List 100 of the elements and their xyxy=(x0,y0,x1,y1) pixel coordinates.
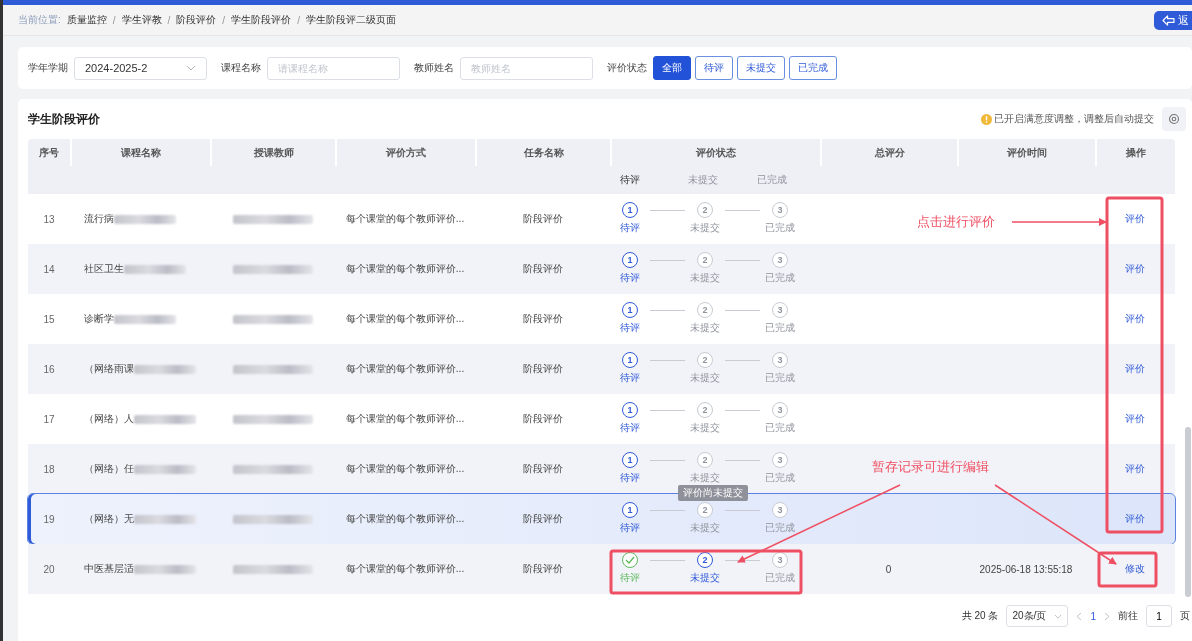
table-cell-text: 每个课堂的每个教师评价... xyxy=(344,212,466,226)
table-cell-text: 16 xyxy=(42,362,56,377)
table-cell-text: 阶段评价 xyxy=(521,412,564,426)
filter-label: 学年学期 xyxy=(28,61,68,75)
action-link[interactable]: 评价 xyxy=(1125,312,1145,326)
table-cell-text: 阶段评价 xyxy=(521,462,564,476)
table-cell-text: 每个课堂的每个教师评价... xyxy=(344,312,466,326)
table-cell-text: 20 xyxy=(42,562,56,577)
step-circle: 2 xyxy=(697,452,713,468)
term-select[interactable]: 2024-2025-2 xyxy=(74,56,207,80)
page-suffix: 页 xyxy=(1180,609,1190,623)
action-link[interactable]: 评价 xyxy=(1125,362,1145,376)
previous-page-icon[interactable] xyxy=(1076,611,1083,621)
step-circle: 3 xyxy=(772,502,788,518)
breadcrumb-link[interactable]: 阶段评价 xyxy=(176,13,217,27)
table-row[interactable]: 14 社区卫生 每个课堂的每个教师评价... 阶段评价 1 待评 2 未提交 3 已完成 评价 xyxy=(28,244,1175,294)
back-arrow-icon xyxy=(1162,14,1175,26)
action-link[interactable]: 评价 xyxy=(1125,262,1145,276)
course-name: （网络）人 xyxy=(84,412,134,426)
action-link[interactable]: 修改 xyxy=(1125,562,1145,576)
goto-page-field[interactable]: 1 xyxy=(1146,605,1172,627)
course-name: 社区卫生 xyxy=(84,262,124,276)
action-link[interactable]: 评价 xyxy=(1125,512,1145,526)
breadcrumb-link[interactable]: 学生阶段评价 xyxy=(231,13,292,27)
action-link[interactable]: 评价 xyxy=(1125,462,1145,476)
table-cell-text: 15 xyxy=(42,312,56,327)
step-circle: 1 xyxy=(622,202,638,218)
step-label: 未提交 xyxy=(690,321,720,335)
step-label: 未提交 xyxy=(690,421,720,435)
step-label: 未提交 xyxy=(687,173,720,187)
table-cell-text: 17 xyxy=(42,412,56,427)
annotation-label: 暂存记录可进行编辑 xyxy=(872,458,989,476)
step-label: 未提交 xyxy=(690,221,720,235)
step-circle: 2 xyxy=(697,202,713,218)
redacted-block xyxy=(134,564,196,574)
page-size-select[interactable]: 20条/页 xyxy=(1006,605,1069,627)
table-title: 学生阶段评价 xyxy=(28,110,100,128)
page-number[interactable]: 1 xyxy=(1090,610,1096,622)
step-circle: 1 xyxy=(622,352,638,368)
action-link[interactable]: 评价 xyxy=(1125,212,1145,226)
step-label: 未提交 xyxy=(690,471,720,485)
breadcrumb-label: 当前位置: xyxy=(18,13,61,27)
step-circle: 2 xyxy=(697,402,713,418)
notice-text: 已开启满意度调整，调整后自动提交 xyxy=(994,112,1154,126)
table-cell-text: 13 xyxy=(42,212,56,227)
back-button[interactable]: 返 xyxy=(1154,10,1192,30)
breadcrumb-link[interactable]: 学生阶段评二级页面 xyxy=(305,13,396,27)
step-circle: 3 xyxy=(772,252,788,268)
step-label: 待评 xyxy=(620,371,640,385)
step-circle: 2 xyxy=(697,352,713,368)
redacted-block xyxy=(134,414,196,424)
breadcrumb-separator: / xyxy=(222,14,226,26)
table-cell-text: 14 xyxy=(42,262,56,277)
step-label: 待评 xyxy=(620,271,640,285)
settings-button[interactable] xyxy=(1162,107,1186,131)
course-name: 诊断学 xyxy=(84,312,114,326)
table-cell: 0 xyxy=(885,563,892,575)
step-label: 未提交 xyxy=(690,371,720,385)
table-cell: 2025-06-18 13:55:18 xyxy=(979,563,1073,575)
course-name: （网络）任 xyxy=(84,462,134,476)
breadcrumb-link[interactable]: 质量监控 xyxy=(66,13,107,27)
tooltip: 评价尚未提交 xyxy=(678,485,748,501)
step-label: 已完成 xyxy=(765,421,795,435)
table-row[interactable]: 16 （网络雨课 每个课堂的每个教师评价... 阶段评价 1 待评 2 未提交 3 已完成 评价 xyxy=(28,344,1175,394)
course-name: 流行病 xyxy=(84,212,114,226)
step-label: 未提交 xyxy=(690,521,720,535)
goto-label: 前往 xyxy=(1118,609,1138,623)
table-row[interactable]: 20 中医基层适 每个课堂的每个教师评价... 阶段评价 待评 2 未提交 3 已完成 0 2025-06-18 13:55:18 修改 xyxy=(28,544,1175,594)
step-label: 已完成 xyxy=(765,471,795,485)
breadcrumb-link[interactable]: 学生评教 xyxy=(121,13,162,27)
step-circle: 2 xyxy=(697,302,713,318)
caret-icon xyxy=(1054,613,1063,619)
step-circle: 1 xyxy=(622,402,638,418)
step-circle: 1 xyxy=(622,452,638,468)
total-count: 共 20 条 xyxy=(961,609,999,623)
column-header: 序号 xyxy=(38,145,60,160)
breadcrumb-separator: / xyxy=(112,14,116,26)
course-name: （网络雨课 xyxy=(84,362,134,376)
table-cell-text: 阶段评价 xyxy=(521,562,564,576)
step-circle: 1 xyxy=(622,502,638,518)
table-cell-text: 每个课堂的每个教师评价... xyxy=(344,412,466,426)
status-filter-button[interactable]: 全部 xyxy=(653,56,691,80)
step-circle: 3 xyxy=(772,402,788,418)
step-circle: 2 xyxy=(697,252,713,268)
step-label: 待评 xyxy=(620,521,640,535)
step-circle: 1 xyxy=(622,302,638,318)
redacted-block xyxy=(114,214,176,224)
next-page-icon[interactable] xyxy=(1104,611,1110,621)
action-link[interactable]: 评价 xyxy=(1125,412,1145,426)
step-label: 待评 xyxy=(620,421,640,435)
step-circle: 3 xyxy=(772,202,788,218)
warning-icon xyxy=(981,113,992,125)
status-filter-button[interactable]: 待评 xyxy=(695,56,733,80)
step-circle: 2 xyxy=(697,502,713,518)
status-filter-button[interactable]: 已完成 xyxy=(789,56,837,80)
filter-label: 课程名称 xyxy=(221,61,261,75)
step-label: 已完成 xyxy=(765,271,795,285)
table-cell-text: 每个课堂的每个教师评价... xyxy=(344,462,466,476)
status-filter-button[interactable]: 未提交 xyxy=(737,56,785,80)
step-label: 已完成 xyxy=(765,521,795,535)
